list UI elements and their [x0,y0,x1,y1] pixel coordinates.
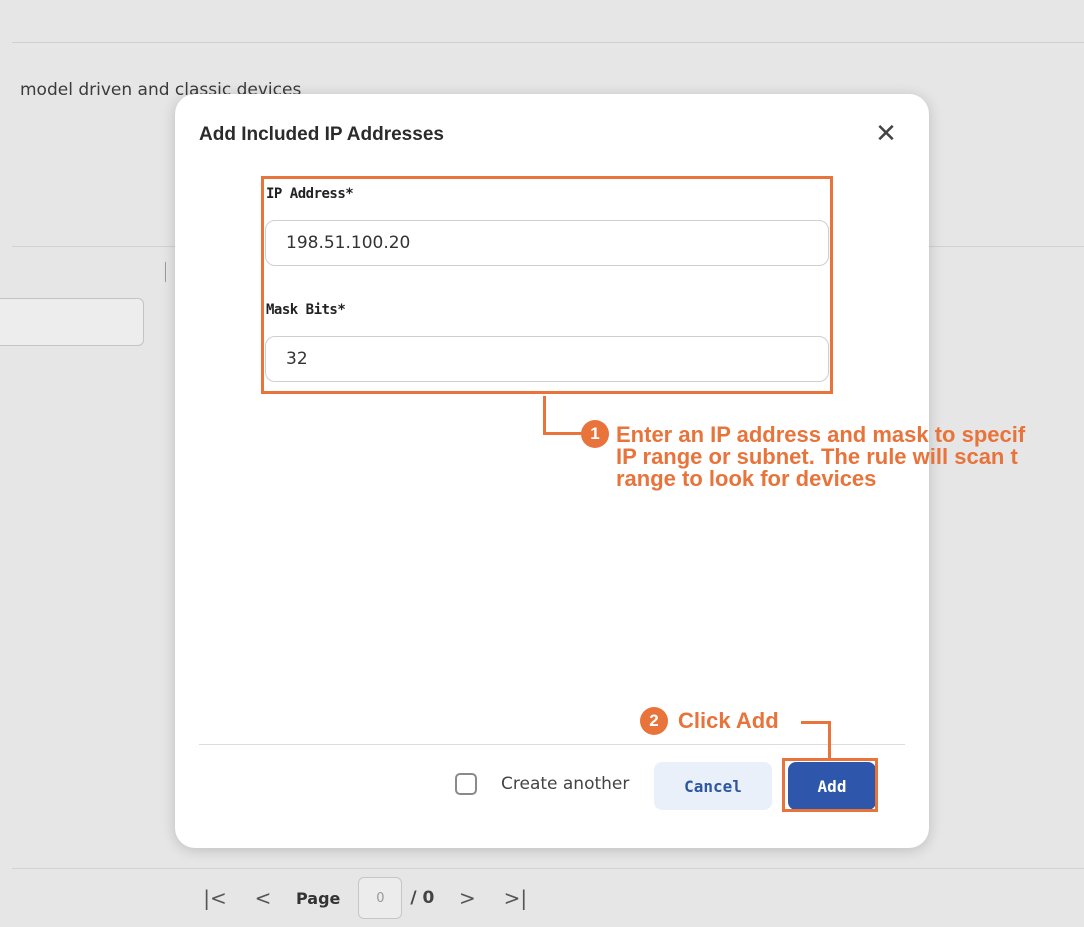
add-button-highlight [782,758,878,812]
next-page-icon[interactable]: > [452,886,482,910]
create-another-label: Create another [501,774,630,794]
footer-divider [199,744,905,745]
page-number-input[interactable]: 0 [358,877,403,919]
ip-address-label: IP Address* [266,186,354,202]
close-icon[interactable]: ✕ [872,120,900,148]
mask-bits-label: Mask Bits* [266,302,346,318]
create-another-checkbox[interactable] [455,773,477,795]
first-page-icon[interactable]: |< [200,886,230,910]
callout-1-badge: 1 [581,420,609,448]
callout-2-text: Click Add [678,708,779,733]
callout-2-connector-horizontal [801,721,831,724]
page-label: Page [296,888,341,908]
callout-2-connector-vertical [828,721,831,758]
callout-1-text: Enter an IP address and mask to specif I… [616,422,1026,491]
callout-1-connector-horizontal [543,432,583,435]
column-separator [165,262,166,282]
ip-address-input[interactable]: 198.51.100.20 [265,220,829,266]
footer-divider [12,868,1084,869]
callout-1-connector-vertical [543,396,546,434]
page-total: / 0 [410,888,435,908]
pagination: |< < Page 0 / 0 > >| [200,870,530,926]
last-page-icon[interactable]: >| [500,886,530,910]
cancel-button[interactable]: Cancel [654,762,772,810]
dialog-title: Add Included IP Addresses [199,124,444,145]
filter-input[interactable] [0,298,144,346]
prev-page-icon[interactable]: < [248,886,278,910]
callout-2-badge: 2 [640,707,668,735]
mask-bits-input[interactable]: 32 [265,336,829,382]
header-divider [12,42,1084,43]
